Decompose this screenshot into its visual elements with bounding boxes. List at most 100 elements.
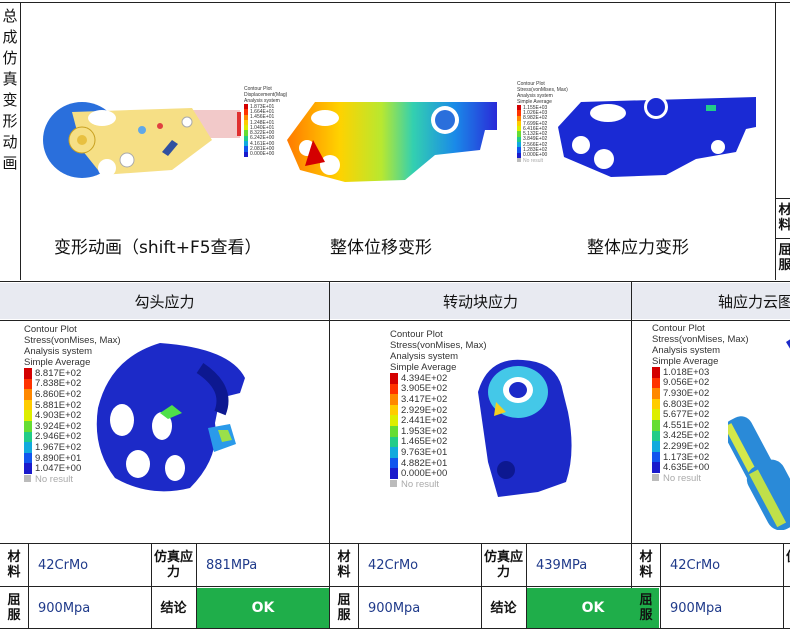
hook-legend-value: 5.881E+02 — [35, 399, 82, 411]
shaft-yield-value: 900Mpa — [670, 600, 723, 616]
shaft-legend-swatch — [652, 367, 660, 378]
shaft-legend-swatch — [652, 409, 660, 420]
shaft-legend-swatch — [652, 430, 660, 442]
rotating-block-legend-swatch — [390, 404, 398, 416]
rotating-block-legend-value: 0.000E+00 — [401, 468, 448, 480]
hook-sim-stress-label: 仿真应力 — [153, 550, 193, 580]
hook-legend-swatch — [24, 399, 32, 411]
hook-legend-swatch — [24, 410, 32, 421]
shaft-material-value: 42CrMo — [670, 557, 721, 573]
hook-stress-image[interactable] — [90, 338, 248, 498]
shaft-legend-value: 2.299E+02 — [663, 440, 710, 452]
section-header-shaft: 轴应力云图 — [632, 283, 790, 319]
displacement-plot-image[interactable] — [285, 100, 497, 184]
table-mid-border — [0, 586, 790, 587]
displacement-legend-swatch — [244, 151, 248, 157]
rotating-block-legend-swatch — [390, 468, 398, 479]
table-grid-line — [28, 543, 29, 629]
caption-overall-displacement: 整体位移变形 — [330, 238, 432, 258]
rotating-block-legend-value: 4.394E+02 — [401, 372, 448, 384]
hook-legend-value: 1.967E+02 — [35, 441, 82, 453]
rotating-block-material-label: 材料 — [337, 550, 351, 580]
mid-border — [0, 281, 790, 282]
shaft-yield-label: 屈服 — [639, 593, 653, 623]
hook-legend-swatch — [24, 420, 32, 432]
shaft-legend-value: 5.677E+02 — [663, 409, 710, 421]
title-column-border — [20, 2, 21, 280]
table-bottom-border — [0, 628, 790, 629]
caption-deformation-animation: 变形动画（shift+F5查看） — [54, 238, 262, 258]
rotating-block-legend-value: 1.465E+02 — [401, 436, 448, 448]
rotating-block-legend-value: 4.882E+01 — [401, 457, 448, 469]
shaft-stress-image[interactable] — [728, 330, 790, 530]
hook-legend-value: 9.890E+01 — [35, 452, 82, 464]
hook-legend-value: 6.860E+02 — [35, 388, 82, 400]
hook-legend-value: 7.838E+02 — [35, 378, 82, 390]
hook-legend-swatch — [24, 378, 32, 390]
rb-legend-title-2: Stress(vonMises, Max) — [390, 340, 487, 351]
shaft-legend-value: 6.803E+02 — [663, 398, 710, 410]
header-bottom-border — [0, 320, 790, 321]
rotating-block-legend-swatch — [390, 447, 398, 458]
displacement-legend-row: 0.000E+00 — [244, 151, 287, 158]
hook-conclusion-label: 结论 — [160, 600, 187, 616]
shaft-legend-value: 1.173E+02 — [663, 451, 710, 463]
rotating-block-legend-value: 3.905E+02 — [401, 383, 448, 395]
deformation-animation-image[interactable] — [42, 100, 242, 180]
shaft-legend-value: 3.425E+02 — [663, 430, 710, 442]
shaft-legend-value: 1.018E+03 — [663, 366, 710, 378]
rotating-block-stress-image[interactable] — [468, 352, 578, 502]
hook-legend-swatch — [24, 368, 32, 379]
shaft-legend-swatch — [652, 388, 660, 399]
rotating-block-legend-swatch — [390, 383, 398, 395]
shaft-material-label: 材料 — [639, 550, 653, 580]
shaft-sim-stress-label: 仿真应力 — [784, 545, 790, 585]
section-divider-1 — [329, 281, 330, 629]
rotating-block-legend-value: 9.763E+01 — [401, 446, 448, 458]
hook-yield-value: 900Mpa — [38, 600, 91, 616]
rotating-block-legend-value: 2.929E+02 — [401, 404, 448, 416]
hook-material-value: 42CrMo — [38, 557, 89, 573]
rotating-block-legend-swatch — [390, 457, 398, 469]
top-border — [0, 2, 790, 3]
right-partial-line-1 — [775, 198, 790, 199]
shaft-legend-value: 4.635E+00 — [663, 462, 710, 474]
hook-legend-swatch — [24, 452, 32, 464]
table-grid-line — [358, 543, 359, 629]
rotating-block-material-value: 42CrMo — [368, 557, 419, 573]
hook-legend-swatch — [24, 442, 32, 453]
right-partial-material-label: 材料 — [778, 203, 790, 233]
hook-legend-title-1: Contour Plot — [24, 324, 77, 335]
rotating-block-sim-stress-value: 439MPa — [536, 557, 588, 573]
hook-legend-value: 8.817E+02 — [35, 367, 82, 379]
rotating-block-legend-value: 3.417E+02 — [401, 393, 448, 405]
displacement-legend: Contour Plot Displacement(Mag) Analysis … — [244, 86, 287, 157]
hook-legend-value: 3.924E+02 — [35, 420, 82, 432]
hook-conclusion-ok-badge: OK — [197, 588, 329, 628]
hook-sim-stress-value: 881MPa — [206, 557, 258, 573]
shaft-legend-swatch — [652, 462, 660, 473]
rotating-block-yield-label: 屈服 — [337, 593, 351, 623]
shaft-legend-swatch — [652, 451, 660, 463]
hook-legend-value: 2.946E+02 — [35, 431, 82, 443]
hook-yield-label: 屈服 — [7, 593, 21, 623]
shaft-legend-swatch — [652, 377, 660, 389]
shaft-legend-swatch — [652, 441, 660, 452]
shaft-legend-value: 9.056E+02 — [663, 377, 710, 389]
hook-legend-swatch — [24, 431, 32, 443]
table-top-border — [0, 543, 790, 544]
caption-overall-stress: 整体应力变形 — [587, 238, 689, 258]
shaft-legend-value: 7.930E+02 — [663, 387, 710, 399]
hook-legend-swatch — [24, 463, 32, 474]
shaft-conclusion-label: 结论 — [784, 588, 790, 628]
hook-material-label: 材料 — [7, 550, 21, 580]
rotating-block-legend-swatch — [390, 394, 398, 405]
displacement-legend-value: 0.000E+00 — [250, 151, 275, 158]
rotating-block-legend-swatch — [390, 425, 398, 437]
hook-legend-value: 1.047E+00 — [35, 463, 82, 475]
rotating-block-legend-value: 2.441E+02 — [401, 415, 448, 427]
shaft-legend-value: 4.551E+02 — [663, 419, 710, 431]
rotating-block-legend-swatch — [390, 373, 398, 384]
rotating-block-sim-stress-label: 仿真应力 — [483, 550, 523, 580]
total-stress-plot-image[interactable] — [556, 97, 756, 177]
